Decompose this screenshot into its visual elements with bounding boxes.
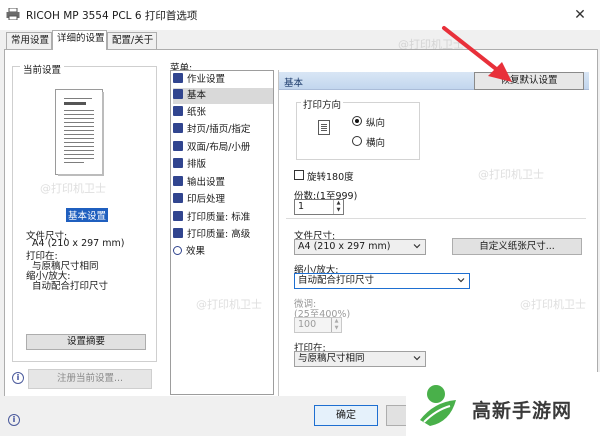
menu-item-basic[interactable]: 基本 — [173, 88, 273, 104]
logo-text: 高新手游网 — [472, 400, 573, 422]
portrait-radio[interactable] — [352, 116, 362, 126]
menu-item-finishing[interactable]: 印后处理 — [173, 192, 273, 208]
tab-common-settings[interactable]: 常用设置 — [6, 32, 52, 50]
close-icon[interactable]: ✕ — [568, 4, 592, 26]
watermark: @打印机卫士 — [40, 182, 106, 195]
chevron-down-icon — [413, 244, 421, 249]
menu-item-layout[interactable]: 排版 — [173, 157, 273, 173]
landscape-radio[interactable] — [352, 136, 362, 146]
current-settings-legend: 当前设置 — [20, 62, 65, 76]
logo-leaf-icon — [420, 385, 456, 426]
copies-stepper[interactable]: ▲ ▼ — [333, 200, 343, 214]
reduce-enlarge-select[interactable]: 自动配合打印尺寸 — [294, 273, 470, 289]
info-icon[interactable]: i — [8, 414, 20, 426]
rotate-180-checkbox[interactable] — [294, 170, 304, 180]
settings-summary-button[interactable]: 设置摘要 — [26, 334, 146, 350]
duplex-icon — [173, 141, 183, 151]
orientation-legend: 打印方向 — [301, 97, 344, 111]
info-reduce-value: 自动配合打印尺寸 — [32, 281, 109, 292]
portrait-page-icon — [318, 120, 330, 135]
finishing-icon — [173, 193, 183, 203]
chevron-down-icon — [413, 356, 421, 361]
menu-item-quality-advanced[interactable]: 打印质量: 高级 — [173, 227, 273, 243]
copies-input[interactable]: 1 ▲ ▼ — [294, 199, 344, 215]
job-icon — [173, 73, 183, 83]
section-divider — [286, 218, 586, 219]
effects-icon — [173, 246, 182, 255]
fine-tune-input[interactable]: 100 ▲ ▼ — [294, 317, 342, 333]
register-settings-button[interactable]: 注册当前设置... — [28, 369, 152, 389]
paper-size-select[interactable]: A4 (210 x 297 mm) — [294, 239, 426, 255]
panel-title: 基本 — [284, 78, 304, 89]
info-icon[interactable]: i — [12, 372, 24, 384]
cover-icon — [173, 123, 183, 133]
paper-icon — [173, 106, 183, 116]
watermark: @打印机卫士 — [196, 298, 262, 311]
annotation-arrow-icon — [442, 26, 512, 82]
rotate-180-label: 旋转180度 — [307, 172, 354, 183]
tab-detailed-settings[interactable]: 详细的设置 — [52, 30, 107, 50]
menu-item-paper[interactable]: 纸张 — [173, 105, 273, 121]
custom-paper-size-button[interactable]: 自定义纸张尺寸... — [452, 238, 582, 255]
menu-item-job[interactable]: 作业设置 — [173, 72, 273, 88]
landscape-label: 横向 — [366, 138, 386, 149]
watermark: @打印机卫士 — [478, 168, 544, 181]
selected-settings-label: 基本设置 — [66, 208, 109, 222]
menu-item-quality-standard[interactable]: 打印质量: 标准 — [173, 210, 273, 226]
quality-advanced-icon — [173, 228, 183, 238]
watermark: @打印机卫士 — [520, 298, 586, 311]
print-on-select[interactable]: 与原稿尺寸相同 — [294, 351, 426, 367]
quality-icon — [173, 211, 183, 221]
menu-item-duplex[interactable]: 双面/布局/小册 — [173, 140, 273, 156]
basic-icon — [173, 89, 183, 99]
menu-item-effects[interactable]: 效果 — [173, 244, 273, 260]
chevron-down-icon — [457, 278, 465, 283]
menu-item-output[interactable]: 输出设置 — [173, 175, 273, 191]
tab-config-about[interactable]: 配置/关于 — [107, 32, 157, 50]
ok-button[interactable]: 确定 — [314, 405, 378, 426]
fine-tune-stepper[interactable]: ▲ ▼ — [331, 318, 341, 332]
menu-item-cover[interactable]: 封页/插页/指定 — [173, 122, 273, 138]
portrait-label: 纵向 — [366, 118, 386, 129]
output-icon — [173, 176, 183, 186]
layout-icon — [173, 158, 183, 168]
printer-icon — [6, 8, 20, 20]
page-preview — [56, 90, 102, 174]
window-title: RICOH MP 3554 PCL 6 打印首选项 — [26, 10, 198, 22]
